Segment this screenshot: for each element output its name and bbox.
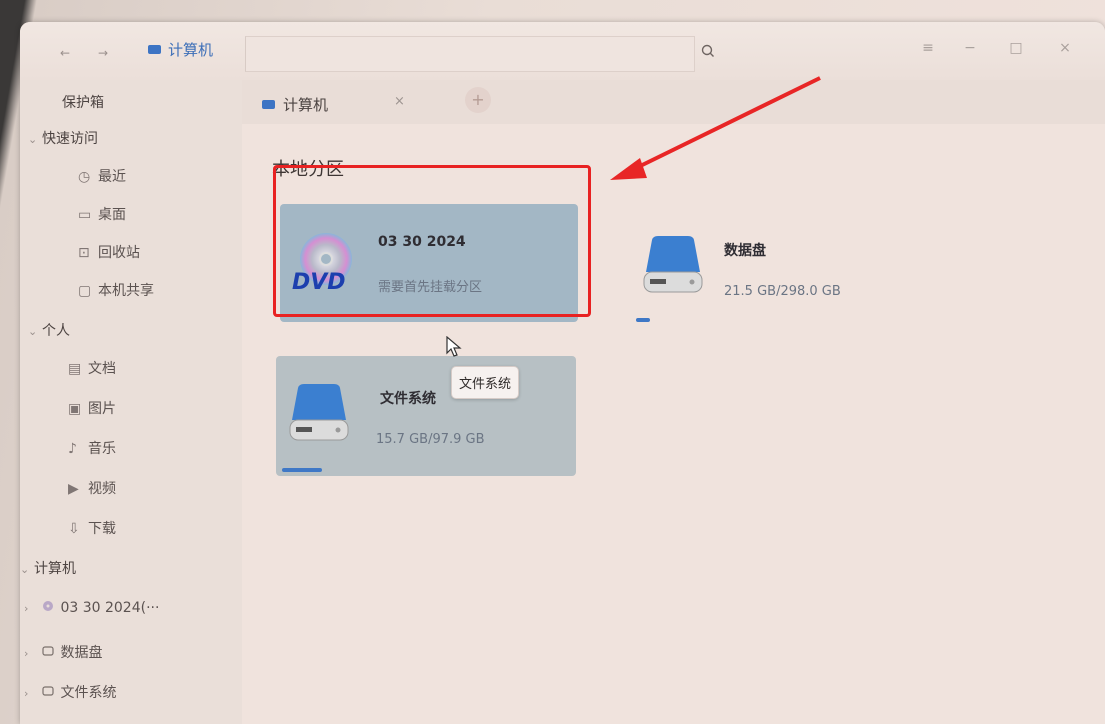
disk-icon [42,685,60,701]
chevron-down-icon: ⌄ [20,563,30,576]
trash-icon: ⊡ [78,245,90,261]
sidebar-item-label: 回收站 [98,245,140,261]
chevron-down-icon: ⌄ [28,325,38,338]
sidebar-item-trash[interactable]: ⊡ 回收站 [78,242,140,262]
dvd-icon: DVD [288,229,358,299]
sidebar-group-label: 个人 [42,323,70,339]
sidebar-group-computer[interactable]: ⌄ 计算机 [20,558,76,578]
chevron-down-icon: ⌄ [28,133,38,146]
sidebar-item-local-share[interactable]: ▢ 本机共享 [78,280,154,300]
picture-icon: ▣ [68,401,82,417]
title-bar: ← → 计算机 ≡ − □ × [20,22,1105,80]
back-button[interactable]: ← [60,46,70,60]
sidebar-item-downloads[interactable]: ⇩ 下载 [68,518,116,538]
hard-drive-icon [286,380,352,446]
sidebar-group-label: 计算机 [34,561,76,577]
sidebar-item-label: 下载 [88,521,116,537]
partition-usage-text: 21.5 GB/298.0 GB [724,284,841,299]
partition-name: 文件系统 [380,391,436,407]
chevron-right-icon: › [24,647,29,660]
mouse-cursor-icon [446,335,462,362]
usage-bar [636,318,650,322]
clock-icon: ◷ [78,169,91,185]
disk-icon [42,645,60,661]
computer-icon [262,99,275,109]
sidebar-item-recent[interactable]: ◷ 最近 [78,166,126,186]
folder-share-icon: ▢ [78,283,92,299]
maximize-button[interactable]: □ [1006,40,1026,56]
tooltip: 文件系统 [451,366,520,399]
tab-computer[interactable]: 计算机 [262,90,442,118]
breadcrumb-label: 计算机 [168,41,214,59]
usage-bar [282,468,322,472]
sidebar-item-label: 03 30 2024(··· [60,600,160,616]
sidebar-group-quick-access[interactable]: ⌄ 快速访问 [28,128,98,148]
partition-status: 需要首先挂载分区 [378,280,483,295]
partition-name: 03 30 2024 [378,234,466,250]
sidebar-item-label: 桌面 [98,207,126,223]
sidebar-item-documents[interactable]: ▤ 文档 [68,358,116,378]
sidebar-item-label: 视频 [88,481,116,497]
sidebar-item-label: 文件系统 [60,685,117,701]
close-button[interactable]: × [1055,40,1075,56]
partition-card-file-system[interactable]: 文件系统 15.7 GB/97.9 GB [276,356,576,476]
dvd-icon [42,600,60,616]
hard-drive-icon [640,232,706,298]
sidebar-item-label: 音乐 [88,441,116,457]
dvd-logo-text: DVD [292,270,346,295]
sidebar-item-desktop[interactable]: ▭ 桌面 [78,204,126,224]
chevron-right-icon: › [24,602,29,615]
sidebar-item-label: 数据盘 [60,645,103,661]
sidebar-item-label: 图片 [88,401,116,417]
sidebar-item-vault[interactable]: 保护箱 [62,92,104,112]
forward-button[interactable]: → [98,46,108,60]
desktop-icon: ▭ [78,207,92,223]
document-icon: ▤ [68,361,82,377]
main-content: 计算机 × + 本地分区 DVD 03 30 2024 需要首先挂载分区 数据盘… [242,80,1105,724]
menu-button[interactable]: ≡ [918,40,938,56]
tab-close-button[interactable]: × [394,94,405,109]
computer-icon [148,45,161,54]
video-icon: ▶ [68,481,79,497]
chevron-right-icon: › [24,687,29,700]
sidebar-item-label: 本机共享 [98,283,154,299]
music-icon: ♪ [68,441,77,457]
search-icon[interactable] [695,40,721,66]
breadcrumb[interactable]: 计算机 [148,39,213,60]
sidebar-item-label: 最近 [98,169,126,185]
sidebar-item-label: 文档 [88,361,116,377]
sidebar-item-pictures[interactable]: ▣ 图片 [68,398,116,418]
sidebar-item-data-disk[interactable]: › 数据盘 [24,642,102,662]
sidebar-item-dvd[interactable]: › 03 30 2024(··· [24,600,159,616]
tab-bar: 计算机 × + [242,80,1105,124]
download-icon: ⇩ [68,521,80,537]
partition-name: 数据盘 [724,243,766,259]
address-bar[interactable] [245,36,695,72]
sidebar-group-personal[interactable]: ⌄ 个人 [28,320,70,340]
new-tab-button[interactable]: + [465,87,491,113]
partition-card-data-disk[interactable]: 数据盘 21.5 GB/298.0 GB [612,204,910,322]
sidebar-item-videos[interactable]: ▶ 视频 [68,478,116,498]
sidebar: 保护箱 ⌄ 快速访问 ◷ 最近 ▭ 桌面 ⊡ 回收站 ▢ 本机共享 ⌄ 个人 ▤ 文档 ▣ 图片… [20,80,242,724]
sidebar-item-music[interactable]: ♪ 音乐 [68,438,116,458]
sidebar-item-label: 保护箱 [62,95,104,111]
tab-label: 计算机 [283,95,329,114]
sidebar-group-label: 快速访问 [42,131,98,147]
partition-usage-text: 15.7 GB/97.9 GB [376,432,485,447]
sidebar-item-file-system[interactable]: › 文件系统 [24,682,116,702]
minimize-button[interactable]: − [960,40,980,56]
partition-card-dvd[interactable]: DVD 03 30 2024 需要首先挂载分区 [280,204,578,322]
file-manager-window: ← → 计算机 ≡ − □ × 保护箱 ⌄ 快速访问 ◷ 最近 ▭ 桌面 ⊡ 回收站 [20,22,1105,724]
section-title: 本地分区 [272,159,344,180]
